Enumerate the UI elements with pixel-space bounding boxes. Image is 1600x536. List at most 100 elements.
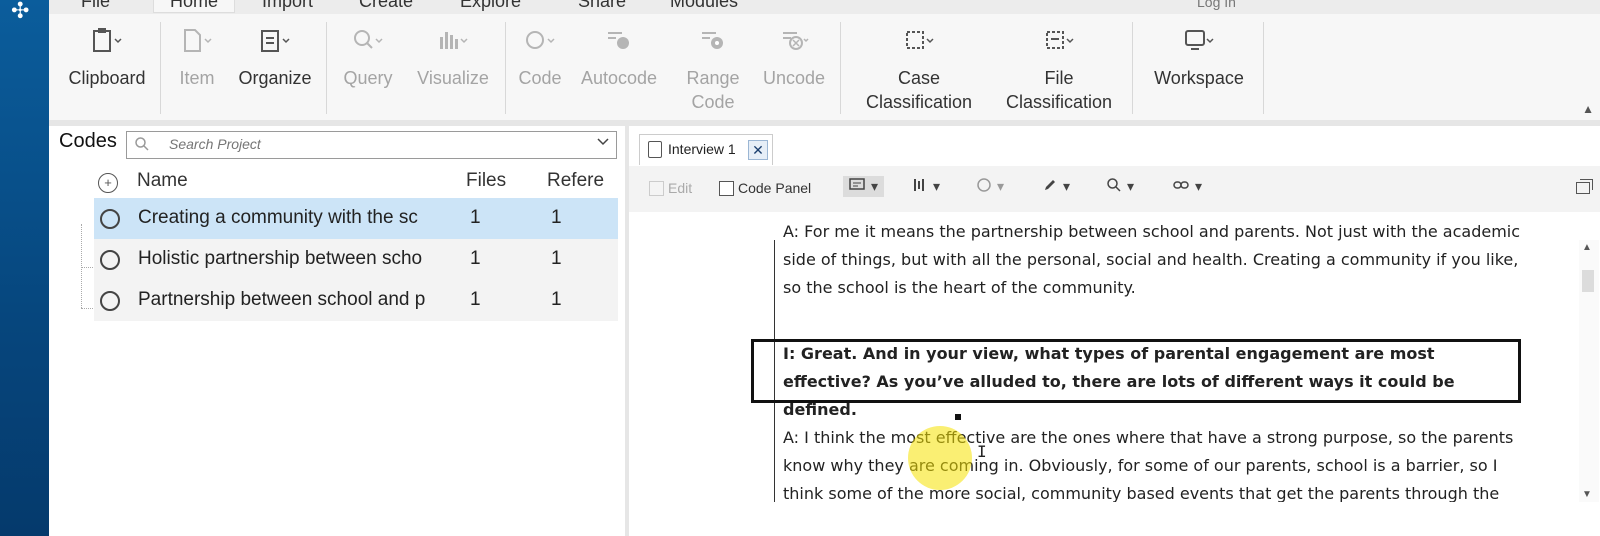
code-references-count: 1	[551, 207, 562, 228]
uncode-icon	[752, 14, 836, 66]
code-name: Creating a community with the sc	[138, 207, 418, 228]
paragraph: A: I think the most effective are the on…	[783, 428, 1514, 502]
clipboard-button[interactable]: Clipboard	[59, 14, 155, 120]
chevron-down-icon: ▾	[1195, 178, 1203, 194]
cursor-highlight	[908, 426, 972, 490]
chevron-down-icon: ▾	[933, 178, 941, 194]
tab-interview-1[interactable]: Interview 1 ✕	[639, 134, 773, 165]
menu-import[interactable]: Import	[262, 0, 313, 12]
link-icon	[1173, 178, 1189, 195]
code-files-count: 1	[470, 207, 481, 228]
column-header-references[interactable]: Refere	[547, 170, 604, 192]
app-menu-icon[interactable]: ✣	[11, 0, 29, 22]
highlighter-icon	[1043, 178, 1057, 195]
search-icon	[135, 137, 149, 154]
case-classification-button[interactable]: Case Classification	[849, 14, 989, 120]
coding-stripes-icon	[913, 178, 927, 195]
autocode-label: Autocode	[580, 68, 658, 88]
highlighter-dropdown[interactable]: ▾	[1043, 178, 1070, 195]
comment-icon	[849, 178, 865, 195]
paragraph-selected: I: Great. And in your view, what types o…	[783, 344, 1455, 419]
edit-toggle[interactable]: Edit	[649, 180, 692, 196]
collapse-ribbon-icon[interactable]: ▲	[1582, 102, 1594, 116]
column-header-name[interactable]: Name	[137, 170, 188, 192]
document-panel: Interview 1 ✕ Edit Code Panel ▾ ▾ ▾ ▾ ▾ …	[629, 126, 1600, 536]
range-code-label: Range Code	[686, 68, 740, 112]
visualize-icon	[405, 14, 501, 66]
code-button[interactable]: Code	[511, 14, 569, 120]
workspace-button[interactable]: Workspace	[1139, 14, 1259, 120]
zoom-icon	[1107, 178, 1121, 195]
file-classification-button[interactable]: File Classification	[991, 14, 1127, 120]
item-button[interactable]: Item	[169, 14, 225, 120]
text-cursor-icon: I	[977, 442, 987, 461]
login-link[interactable]: Log In	[1197, 0, 1236, 10]
scroll-down-icon[interactable]: ▼	[1582, 489, 1592, 500]
menu-explore[interactable]: Explore	[460, 0, 521, 12]
resize-handle[interactable]	[955, 414, 961, 420]
code-references-count: 1	[551, 289, 562, 310]
document-body[interactable]: A: For me it means the partnership betwe…	[629, 212, 1600, 502]
menu-modules[interactable]: Modules	[670, 0, 738, 12]
zoom-dropdown[interactable]: ▾	[1107, 178, 1134, 195]
code-panel-checkbox[interactable]	[719, 180, 734, 196]
menu-create[interactable]: Create	[359, 0, 413, 12]
code-icon	[511, 14, 569, 66]
visualize-button[interactable]: Visualize	[405, 14, 501, 120]
menu-bar: File Home Import Create Explore Share Mo…	[49, 0, 1600, 14]
menu-file[interactable]: File	[81, 0, 110, 12]
document-toolbar: Edit Code Panel ▾ ▾ ▾ ▾ ▾ ▾	[629, 166, 1600, 212]
item-icon	[169, 14, 225, 66]
item-label: Item	[179, 68, 215, 88]
edit-checkbox[interactable]	[649, 180, 664, 196]
add-column-icon[interactable]: +	[98, 173, 118, 193]
query-icon	[333, 14, 403, 66]
query-button[interactable]: Query	[333, 14, 403, 120]
organize-button[interactable]: Organize	[229, 14, 321, 120]
circle-icon	[977, 178, 991, 195]
code-files-count: 1	[470, 248, 481, 269]
range-code-button[interactable]: Range Code	[675, 14, 751, 120]
code-name: Holistic partnership between scho	[138, 248, 423, 269]
links-dropdown[interactable]: ▾	[1173, 178, 1202, 195]
code-node-icon	[100, 209, 120, 229]
code-row[interactable]: Creating a community with the sc 1 1	[94, 198, 618, 239]
autocode-icon	[571, 14, 667, 66]
case-classification-icon	[849, 14, 989, 66]
range-code-icon	[675, 14, 751, 66]
organize-icon	[229, 14, 321, 66]
code-row[interactable]: Holistic partnership between scho 1 1	[94, 239, 618, 280]
highlight-dropdown[interactable]: ▾	[977, 178, 1004, 195]
paragraph: A: For me it means the partnership betwe…	[783, 222, 1521, 297]
undock-icon[interactable]	[1576, 179, 1593, 194]
scrollbar-thumb[interactable]	[1582, 270, 1594, 292]
code-panel-label: Code Panel	[738, 180, 812, 196]
vertical-scrollbar[interactable]: ▲ ▼	[1579, 240, 1599, 502]
menu-share[interactable]: Share	[578, 0, 626, 12]
scroll-up-icon[interactable]: ▲	[1582, 242, 1592, 253]
code-node-icon	[100, 291, 120, 311]
case-classification-label: Case Classification	[865, 68, 973, 112]
coding-stripes-dropdown[interactable]: ▾	[913, 178, 940, 195]
document-footer	[629, 502, 1600, 536]
ribbon-separator	[505, 22, 506, 114]
close-icon[interactable]: ✕	[748, 140, 768, 160]
chevron-down-icon[interactable]	[596, 134, 610, 151]
chevron-down-icon: ▾	[1127, 178, 1135, 194]
code-row[interactable]: Partnership between school and p 1 1	[94, 280, 618, 321]
file-classification-label: File Classification	[1005, 68, 1113, 112]
code-references-count: 1	[551, 248, 562, 269]
search-project-input[interactable]	[167, 135, 571, 153]
codes-panel: Codes + Name Files Refere Creating a com…	[53, 126, 629, 536]
menu-home[interactable]: Home	[153, 0, 236, 13]
codes-title: Codes	[59, 130, 117, 152]
annotations-dropdown[interactable]: ▾	[843, 176, 885, 197]
search-project-box[interactable]	[126, 131, 617, 159]
tree-connector	[81, 224, 82, 308]
code-panel-toggle[interactable]: Code Panel	[719, 180, 811, 196]
visualize-label: Visualize	[417, 68, 489, 88]
chevron-down-icon: ▾	[997, 178, 1005, 194]
uncode-button[interactable]: Uncode	[752, 14, 836, 120]
column-header-files[interactable]: Files	[466, 170, 506, 192]
autocode-button[interactable]: Autocode	[571, 14, 667, 120]
